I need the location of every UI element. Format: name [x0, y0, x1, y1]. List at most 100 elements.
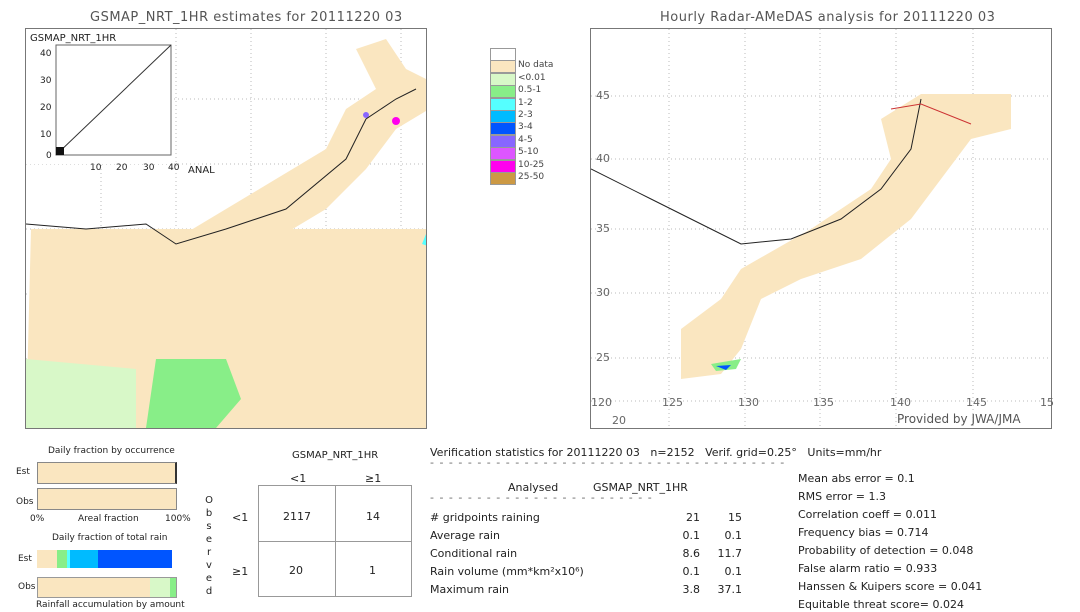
- total-rain-obs-label: Obs: [18, 582, 36, 592]
- contingency-row-header: <1: [232, 511, 249, 524]
- rain-area: [681, 94, 1011, 379]
- legend-swatch: [490, 172, 516, 185]
- stat-gsmap: 15: [728, 511, 742, 524]
- inset-ytick: 10: [40, 130, 52, 140]
- legend-swatch: [490, 48, 516, 61]
- observed-letter: v: [206, 560, 212, 571]
- score-line: Hanssen & Kuipers score = 0.041: [798, 580, 983, 593]
- observed-letter: e: [205, 534, 213, 545]
- occurrence-obs-label: Obs: [16, 497, 34, 507]
- lat-tick: 30: [596, 286, 610, 299]
- lon-tick: 120: [591, 396, 612, 409]
- right-map: Provided by JWA/JMA: [590, 28, 1052, 429]
- observed-letter: d: [205, 586, 213, 597]
- legend-label: 25-50: [518, 172, 545, 182]
- score-line: False alarm ratio = 0.933: [798, 562, 938, 575]
- legend-swatch: [490, 97, 516, 111]
- legend-label: 10-25: [518, 159, 545, 170]
- total-rain-title: Daily fraction of total rain: [52, 533, 168, 543]
- occurrence-x0: 0%: [30, 514, 45, 524]
- left-map: GSMAP_NRT_1HR 40 30 20 10 0 10 20 30 40 …: [25, 28, 446, 429]
- score-line: Probability of detection = 0.048: [798, 544, 974, 557]
- stat-row-label: # gridpoints raining: [430, 511, 540, 524]
- legend-label: 1-2: [518, 97, 533, 108]
- stat-row-label: Maximum rain: [430, 583, 509, 596]
- lat-tick: 20: [612, 414, 626, 427]
- contingency-title: GSMAP_NRT_1HR: [292, 450, 379, 461]
- stat-gsmap: 37.1: [717, 583, 743, 596]
- inset-ytick: 40: [40, 49, 52, 59]
- legend-swatch: [490, 159, 516, 173]
- total-rain-xlabel: Rainfall accumulation by amount: [36, 600, 185, 610]
- inset-ytick: 0: [46, 151, 52, 161]
- legend-swatch: [490, 72, 516, 86]
- inset-xtick: 20: [116, 163, 128, 173]
- occurrence-xlabel: Areal fraction: [78, 514, 139, 524]
- observed-letter: e: [205, 573, 213, 584]
- inset-xtick: 10: [90, 163, 102, 173]
- right-map-title: Hourly Radar-AMeDAS analysis for 2011122…: [660, 10, 996, 25]
- legend-swatch: [490, 85, 516, 99]
- legend-label: 3-4: [518, 122, 533, 133]
- legend-swatch: [490, 110, 516, 123]
- legend-swatch: [490, 60, 516, 74]
- occurrence-title: Daily fraction by occurrence: [48, 446, 175, 456]
- lon-tick: 145: [966, 396, 987, 409]
- lat-tick: 35: [596, 222, 610, 235]
- score-line: Equitable threat score= 0.024: [798, 598, 964, 611]
- score-line: Frequency bias = 0.714: [798, 526, 929, 539]
- contingency-col-header: ≥1: [365, 472, 382, 485]
- legend-label: 0.5-1: [518, 85, 542, 96]
- inset-ytick: 20: [40, 103, 52, 113]
- stat-row-label: Conditional rain: [430, 547, 518, 560]
- score-line: RMS error = 1.3: [798, 490, 886, 503]
- total-rain-est-label: Est: [18, 554, 32, 564]
- lat-tick: 25: [596, 351, 610, 364]
- total-rain-est-bar: [37, 550, 172, 568]
- observed-letter: O: [205, 495, 213, 506]
- left-map-plot: [25, 29, 446, 428]
- legend-label: <0.01: [518, 72, 546, 83]
- legend-swatch: [490, 147, 516, 161]
- stat-gsmap: 0.1: [724, 529, 743, 542]
- contingency-row-header: ≥1: [232, 565, 249, 578]
- stat-analysed: 0.1: [682, 565, 701, 578]
- observed-letter: b: [205, 508, 213, 519]
- observed-label: Observed: [204, 494, 214, 598]
- lon-tick: 15: [1040, 396, 1054, 409]
- stat-analysed: 3.8: [682, 583, 701, 596]
- inset-xtick: 30: [143, 163, 155, 173]
- right-map-plot: [590, 29, 1051, 428]
- inset-xtick: 40: [168, 163, 180, 173]
- legend-swatch: [490, 134, 516, 148]
- inset-xlabel: ANAL: [188, 165, 215, 176]
- contingency-col-header: <1: [290, 472, 307, 485]
- contingency-cell: 14: [366, 510, 380, 523]
- stat-row-label: Average rain: [430, 529, 500, 542]
- stat-analysed: 0.1: [682, 529, 701, 542]
- occurrence-est-label: Est: [16, 467, 30, 477]
- score-line: Mean abs error = 0.1: [798, 472, 915, 485]
- lon-tick: 140: [890, 396, 911, 409]
- lat-tick: 40: [596, 152, 610, 165]
- stat-analysed: 21: [686, 511, 700, 524]
- contingency-table: 2117 14 20 1: [258, 485, 412, 597]
- legend-label: No data: [518, 60, 554, 71]
- legend-label: 4-5: [518, 134, 533, 145]
- total-rain-obs-bar: [37, 577, 177, 598]
- inset-title: GSMAP_NRT_1HR: [30, 33, 117, 44]
- legend-label: 2-3: [518, 110, 533, 120]
- inset-ytick: 30: [40, 76, 52, 86]
- stat-gsmap: 0.1: [724, 565, 743, 578]
- contingency-cell: 20: [289, 564, 303, 577]
- lon-tick: 130: [738, 396, 759, 409]
- stat-gsmap: 11.7: [717, 547, 743, 560]
- left-map-title: GSMAP_NRT_1HR estimates for 20111220 03: [90, 10, 403, 25]
- lon-tick: 125: [662, 396, 683, 409]
- lon-tick: 135: [813, 396, 834, 409]
- stat-row-label: Rain volume (mm*km²x10⁶): [430, 565, 584, 578]
- occurrence-obs-bar: [37, 488, 177, 510]
- occurrence-x1: 100%: [165, 514, 191, 524]
- stat-analysed: 8.6: [682, 547, 701, 560]
- lat-tick: 45: [596, 89, 610, 102]
